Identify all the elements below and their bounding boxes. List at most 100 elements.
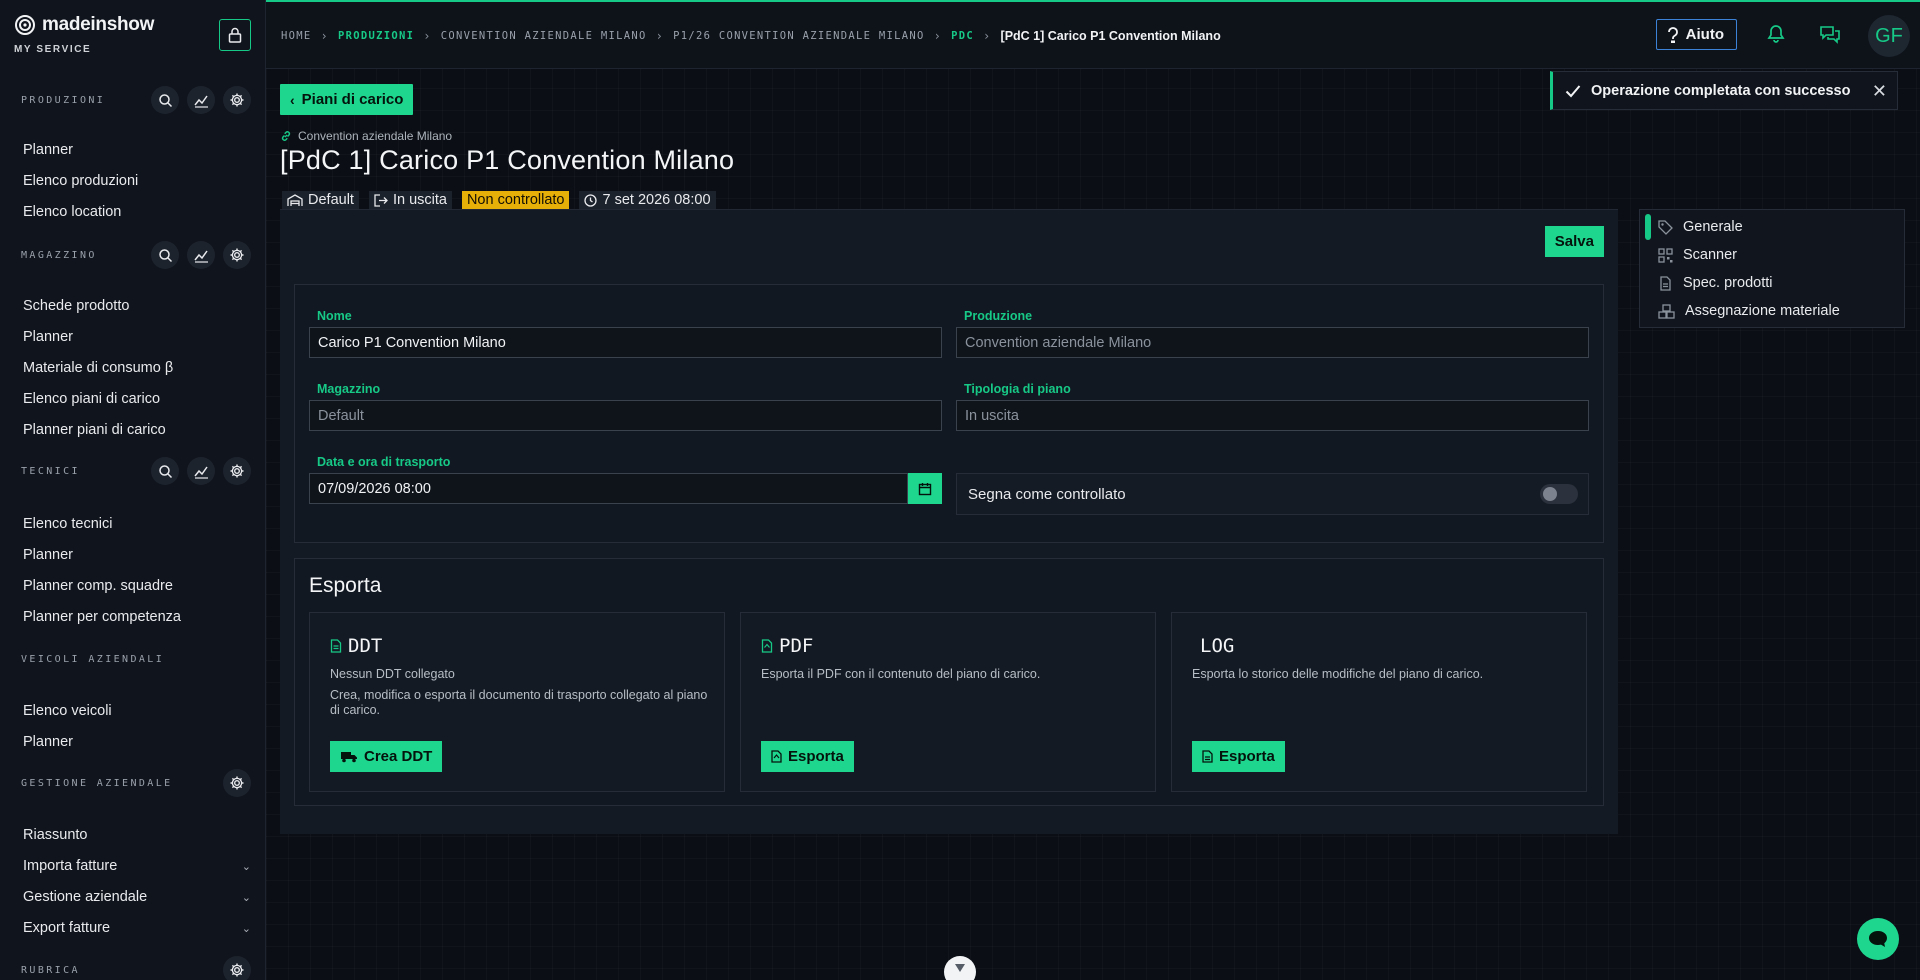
- sidebar-item[interactable]: Planner per competenza: [23, 605, 251, 629]
- ddt-title: DDT: [348, 635, 383, 657]
- menu-item-spec-prodotti[interactable]: Spec. prodotti: [1658, 272, 1772, 294]
- breadcrumb-produzioni[interactable]: PRODUZIONI: [338, 30, 414, 42]
- calendar-icon: [918, 482, 932, 495]
- back-button[interactable]: ‹ Piani di carico: [280, 84, 414, 115]
- sidebar-item[interactable]: Planner piani di carico: [23, 418, 251, 442]
- sidebar: madeinshow MY SERVICE PRODUZIONI Planner E…: [0, 0, 266, 980]
- gear-button[interactable]: [223, 86, 251, 114]
- gear-icon: [229, 962, 245, 978]
- sidebar-item[interactable]: Importa fatture ⌄: [23, 854, 251, 878]
- sidebar-item[interactable]: Elenco piani di carico: [23, 387, 251, 411]
- breadcrumb-separator: ›: [933, 29, 943, 43]
- close-icon[interactable]: ✕: [1872, 81, 1887, 102]
- sidebar-item[interactable]: Elenco veicoli: [23, 699, 251, 723]
- search-icon: [158, 248, 173, 263]
- ddt-status: Nessun DDT collegato: [330, 667, 455, 681]
- gear-button[interactable]: [223, 956, 251, 980]
- lock-button[interactable]: [219, 19, 251, 51]
- gear-button[interactable]: [223, 241, 251, 269]
- chevron-left-icon: ‹: [290, 91, 295, 108]
- chart-button[interactable]: [187, 457, 215, 485]
- qr-icon: [1658, 247, 1673, 263]
- gear-icon: [229, 463, 245, 479]
- sidebar-item[interactable]: Planner: [23, 543, 251, 567]
- menu-item-spec-prodotti-label: Spec. prodotti: [1683, 275, 1773, 291]
- menu-item-assegnazione-materiale[interactable]: Assegnazione materiale: [1658, 300, 1840, 322]
- chat-bubble-icon: [1869, 931, 1887, 947]
- status-badge: Non controllato: [461, 191, 570, 209]
- general-form: Nome Carico P1 Convention Milano Produzi…: [294, 284, 1604, 543]
- sidebar-section-header: RUBRICA: [21, 955, 251, 980]
- sidebar-item-label: Elenco piani di carico: [23, 391, 161, 407]
- menu-item-generale[interactable]: Generale: [1658, 216, 1743, 238]
- scroll-down-button[interactable]: [944, 956, 976, 980]
- calendar-button[interactable]: [908, 473, 942, 504]
- chart-button[interactable]: [187, 241, 215, 269]
- brand[interactable]: madeinshow MY SERVICE: [14, 14, 154, 55]
- gear-button[interactable]: [223, 457, 251, 485]
- export-log-button[interactable]: Esporta: [1192, 741, 1285, 772]
- user-avatar[interactable]: GF: [1868, 15, 1910, 57]
- sidebar-item[interactable]: Elenco location: [23, 200, 251, 224]
- create-ddt-label: Crea DDT: [364, 748, 433, 765]
- sidebar-item[interactable]: Planner: [23, 138, 251, 162]
- search-button[interactable]: [151, 241, 179, 269]
- sidebar-item[interactable]: Export fatture ⌄: [23, 916, 251, 940]
- sidebar-section-title: TECNICI: [21, 465, 80, 477]
- sidebar-item[interactable]: Gestione aziendale ⌄: [23, 885, 251, 909]
- search-button[interactable]: [151, 457, 179, 485]
- breadcrumb-pdc[interactable]: PDC: [951, 30, 974, 42]
- gear-button[interactable]: [223, 769, 251, 797]
- create-ddt-button[interactable]: Crea DDT: [330, 741, 443, 772]
- export-section: Esporta DDT Nessun DDT collegato Crea, m…: [294, 558, 1604, 806]
- production-ref: Convention aziendale Milano: [298, 129, 453, 143]
- warehouse-field[interactable]: Default: [309, 400, 942, 431]
- sidebar-item-label: Export fatture: [23, 920, 111, 936]
- checked-toggle-row: Segna come controllato: [956, 473, 1589, 515]
- clock-icon: [584, 193, 598, 207]
- save-button[interactable]: Salva: [1544, 226, 1604, 257]
- chevron-down-icon: ⌄: [241, 860, 251, 873]
- breadcrumb-home[interactable]: HOME: [281, 30, 312, 42]
- sidebar-item[interactable]: Planner: [23, 325, 251, 349]
- menu-item-scanner[interactable]: Scanner: [1658, 244, 1737, 266]
- support-chat-button[interactable]: [1857, 918, 1899, 960]
- export-pdf-label: Esporta: [788, 748, 844, 765]
- messages-button[interactable]: [1819, 24, 1841, 47]
- export-pdf-button[interactable]: Esporta: [761, 741, 854, 772]
- sidebar-item[interactable]: Schede prodotto: [23, 294, 251, 318]
- toast-message: Operazione completata con successo: [1591, 82, 1851, 99]
- log-title: LOG: [1200, 635, 1235, 657]
- plan-type-field[interactable]: In uscita: [956, 400, 1589, 431]
- sidebar-section-title: MAGAZZINO: [21, 249, 97, 261]
- transport-date-field[interactable]: 07/09/2026 08:00: [309, 473, 908, 504]
- sidebar-item[interactable]: Elenco produzioni: [23, 169, 251, 193]
- brand-logo-text: madeinshow: [42, 14, 155, 35]
- sidebar-item[interactable]: Elenco tecnici: [23, 512, 251, 536]
- checked-toggle[interactable]: [1540, 484, 1578, 504]
- sidebar-item-label: Planner piani di carico: [23, 422, 166, 438]
- sidebar-item[interactable]: Materiale di consumo β: [23, 356, 251, 380]
- status-tags: Default In uscita Non controllato 7 set …: [282, 191, 716, 209]
- sidebar-item[interactable]: Planner comp. squadre: [23, 574, 251, 598]
- breadcrumb-convention[interactable]: CONVENTION AZIENDALE MILANO: [441, 30, 647, 42]
- log-description: Esporta lo storico delle modifiche del p…: [1192, 667, 1484, 681]
- production-link[interactable]: Convention aziendale Milano: [280, 129, 452, 143]
- direction-tag-label: In uscita: [392, 192, 447, 208]
- sidebar-item[interactable]: Riassunto: [23, 823, 251, 847]
- sidebar-item[interactable]: Planner: [23, 730, 251, 754]
- sidebar-section-actions: [151, 241, 251, 269]
- production-field[interactable]: Convention aziendale Milano: [956, 327, 1589, 358]
- truck-icon: [341, 752, 357, 763]
- pdf-title: PDF: [779, 635, 814, 657]
- help-button[interactable]: Aiuto: [1655, 19, 1737, 50]
- breadcrumb-p1-convention[interactable]: P1/26 CONVENTION AZIENDALE MILANO: [673, 30, 925, 42]
- sidebar-section-header: VEICOLI AZIENDALI: [21, 644, 251, 674]
- search-button[interactable]: [151, 86, 179, 114]
- name-field[interactable]: Carico P1 Convention Milano: [309, 327, 942, 358]
- search-icon: [158, 464, 173, 479]
- warehouse-label: Magazzino: [317, 382, 381, 396]
- notifications-button[interactable]: [1767, 24, 1785, 47]
- chart-button[interactable]: [187, 86, 215, 114]
- document-icon: [330, 639, 342, 653]
